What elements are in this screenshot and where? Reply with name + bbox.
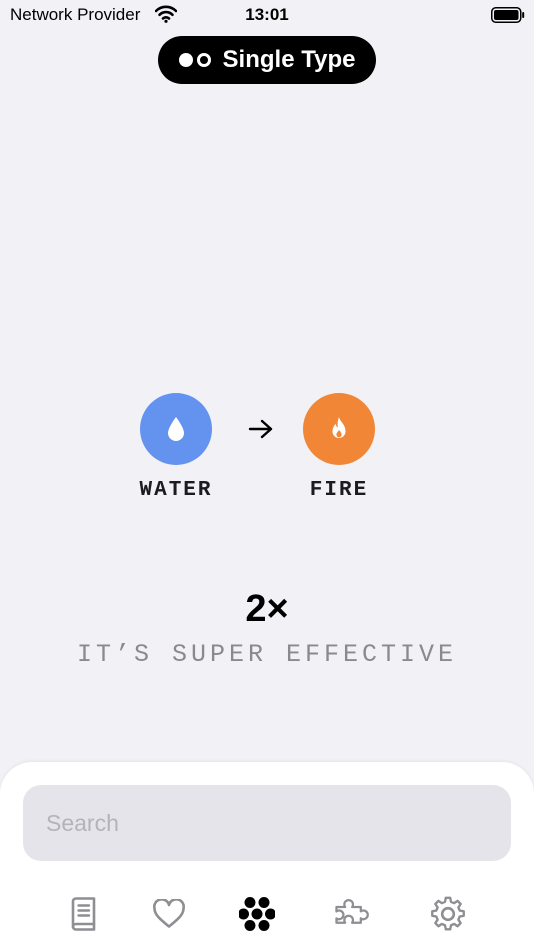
water-drop-icon [168,417,184,441]
heart-icon [153,899,185,928]
defending-type-button[interactable] [303,393,375,465]
tab-bar [0,894,534,934]
effectiveness-text: IT’S SUPER EFFECTIVE [76,640,458,669]
puzzle-icon [335,898,369,924]
arrow-right-icon [248,419,273,439]
flame-icon [332,417,346,438]
attacking-type-button[interactable] [140,393,212,465]
mode-label: Single Type [222,46,356,73]
gear-icon [431,896,465,931]
tab-type-chart[interactable] [237,894,277,934]
tab-book[interactable] [63,894,103,934]
filled-dot [178,53,193,67]
type-dots-icon [178,53,211,67]
damage-multiplier: 2× [245,588,289,630]
tab-favorites[interactable] [149,894,189,934]
mode-toggle-button[interactable]: Single Type [158,36,376,84]
status-bar: Network Provider 13:01 [0,0,534,30]
battery-icon [491,7,525,23]
search-input[interactable] [23,785,511,861]
bottom-sheet [0,762,534,950]
hollow-dot [196,53,211,67]
tab-puzzle[interactable] [333,894,373,934]
tab-settings[interactable] [428,894,468,934]
attacking-type-label: WATER [139,479,213,502]
type-chart-icon [239,897,275,931]
book-icon [71,897,96,931]
defending-type-label: FIRE [309,479,369,502]
status-time: 13:01 [245,5,289,24]
